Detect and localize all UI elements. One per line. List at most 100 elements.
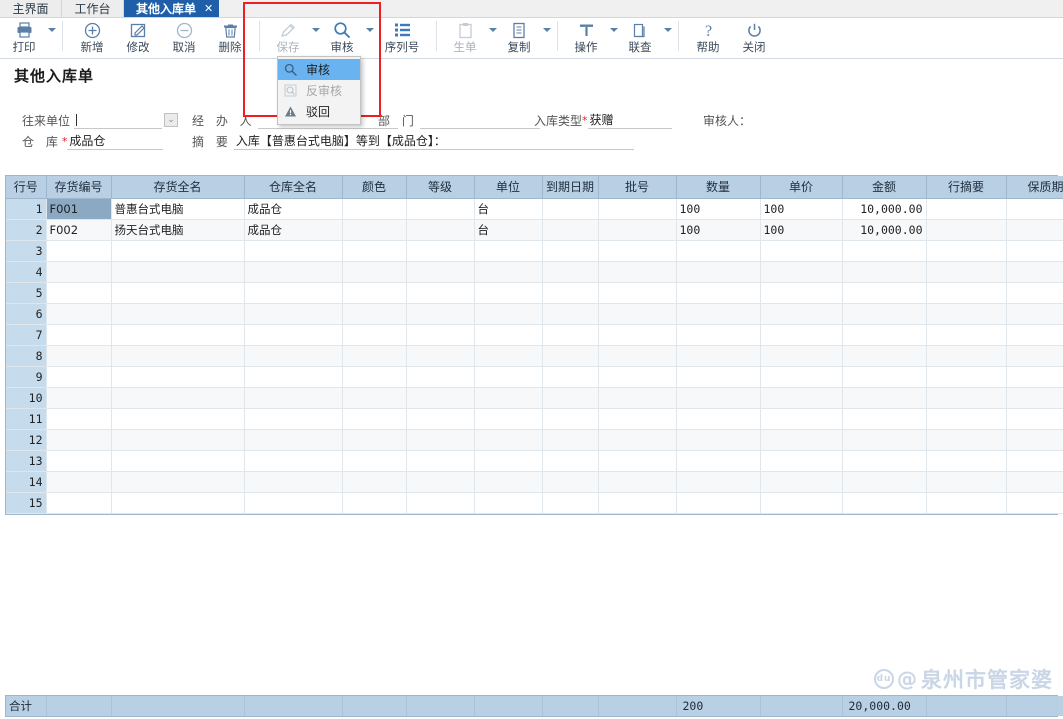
chevron-down-icon[interactable] [664,28,672,32]
table-row[interactable]: 6 [6,303,1063,324]
table-row[interactable]: 15 [6,492,1063,513]
cell-name[interactable] [111,471,244,492]
row-number[interactable]: 13 [6,450,46,471]
cell-unit[interactable] [474,450,542,471]
cell-row-remark[interactable] [926,324,1006,345]
col-header-qty[interactable]: 数量 [676,176,760,198]
cell-qty[interactable]: 100 [676,219,760,240]
cell-code[interactable] [46,240,111,261]
cell-qty[interactable] [676,303,760,324]
table-row[interactable]: 13 [6,450,1063,471]
cell-amount[interactable]: 10,000.00 [842,219,926,240]
cell-color[interactable] [342,429,406,450]
cell-grade[interactable] [406,492,474,513]
cell-price[interactable]: 100 [760,219,842,240]
cell-qty[interactable] [676,345,760,366]
cell-grade[interactable] [406,261,474,282]
row-number[interactable]: 1 [6,198,46,219]
cell-grade[interactable] [406,408,474,429]
cell-price[interactable] [760,429,842,450]
toolbar-button-cancel[interactable]: 取消 [161,18,207,59]
cell-name[interactable]: 扬天台式电脑 [111,219,244,240]
cell-expiry-date[interactable] [542,366,598,387]
cell-unit[interactable] [474,324,542,345]
cell-unit[interactable] [474,387,542,408]
cell-shelf-life[interactable] [1006,198,1063,219]
cell-shelf-life[interactable] [1006,450,1063,471]
cell-grade[interactable] [406,303,474,324]
col-header-expiry-date[interactable]: 到期日期 [542,176,598,198]
cell-shelf-life[interactable] [1006,408,1063,429]
cell-color[interactable] [342,471,406,492]
cell-grade[interactable] [406,198,474,219]
col-header-batch[interactable]: 批号 [598,176,676,198]
cell-amount[interactable] [842,450,926,471]
cell-price[interactable] [760,408,842,429]
cell-shelf-life[interactable] [1006,282,1063,303]
chevron-down-icon[interactable] [489,28,497,32]
cell-amount[interactable] [842,345,926,366]
cell-shelf-life[interactable] [1006,387,1063,408]
cell-warehouse[interactable]: 成品仓 [244,198,342,219]
cell-color[interactable] [342,261,406,282]
cell-row-remark[interactable] [926,219,1006,240]
cell-shelf-life[interactable] [1006,261,1063,282]
cell-unit[interactable] [474,345,542,366]
chevron-down-icon[interactable] [48,28,56,32]
cell-batch[interactable] [598,261,676,282]
cell-row-remark[interactable] [926,366,1006,387]
cell-shelf-life[interactable] [1006,429,1063,450]
cell-color[interactable] [342,198,406,219]
partner-input[interactable] [74,112,162,129]
cell-amount[interactable] [842,429,926,450]
cell-unit[interactable] [474,303,542,324]
cell-grade[interactable] [406,366,474,387]
cell-row-remark[interactable] [926,471,1006,492]
cell-name[interactable] [111,324,244,345]
cell-name[interactable] [111,387,244,408]
cell-color[interactable] [342,408,406,429]
cell-name[interactable] [111,261,244,282]
toolbar-button-audit[interactable]: 审核 [320,18,374,59]
col-header-grade[interactable]: 等级 [406,176,474,198]
cell-warehouse[interactable] [244,450,342,471]
cell-amount[interactable] [842,471,926,492]
tab-workbench[interactable]: 工作台 [62,0,124,17]
cell-qty[interactable] [676,429,760,450]
toolbar-button-print[interactable]: 打印 [2,18,56,59]
cell-batch[interactable] [598,471,676,492]
cell-color[interactable] [342,303,406,324]
partner-dropdown-button[interactable]: ⌄ [164,113,178,127]
cell-expiry-date[interactable] [542,198,598,219]
cell-color[interactable] [342,450,406,471]
cell-grade[interactable] [406,450,474,471]
cell-expiry-date[interactable] [542,240,598,261]
table-row[interactable]: 2F002扬天台式电脑成品仓台10010010,000.00 [6,219,1063,240]
cell-row-remark[interactable] [926,450,1006,471]
cell-qty[interactable] [676,450,760,471]
cell-shelf-life[interactable] [1006,303,1063,324]
cell-batch[interactable] [598,387,676,408]
cell-grade[interactable] [406,429,474,450]
cell-batch[interactable] [598,303,676,324]
cell-batch[interactable] [598,219,676,240]
col-header-code[interactable]: 存货编号 [46,176,111,198]
toolbar-button-delete[interactable]: 删除 [207,18,253,59]
cell-unit[interactable] [474,240,542,261]
cell-qty[interactable] [676,408,760,429]
cell-batch[interactable] [598,408,676,429]
row-number[interactable]: 7 [6,324,46,345]
cell-qty[interactable] [676,366,760,387]
cell-batch[interactable] [598,492,676,513]
cell-warehouse[interactable] [244,366,342,387]
cell-color[interactable] [342,324,406,345]
cell-color[interactable] [342,345,406,366]
row-number[interactable]: 8 [6,345,46,366]
cell-row-remark[interactable] [926,429,1006,450]
row-number[interactable]: 12 [6,429,46,450]
table-row[interactable]: 4 [6,261,1063,282]
chevron-down-icon[interactable] [543,28,551,32]
cell-expiry-date[interactable] [542,303,598,324]
cell-batch[interactable] [598,324,676,345]
cell-code[interactable] [46,492,111,513]
